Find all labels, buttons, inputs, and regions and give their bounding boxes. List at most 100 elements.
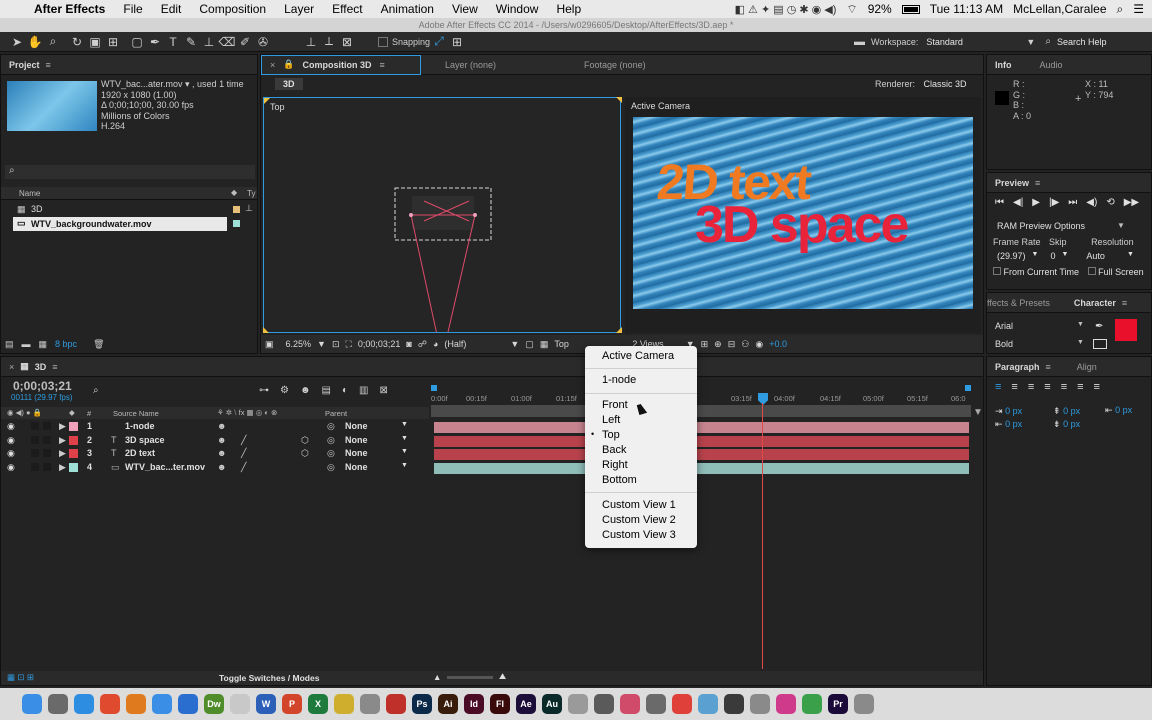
- label-icon[interactable]: ◆: [69, 408, 75, 417]
- dock-app-icon[interactable]: [360, 694, 380, 714]
- layer-duration-bar[interactable]: [434, 436, 969, 447]
- work-area-end[interactable]: [965, 385, 971, 391]
- solo-switch[interactable]: [31, 449, 39, 457]
- timeline-icon[interactable]: ⊟: [728, 339, 736, 350]
- battery-percent[interactable]: 92%: [868, 2, 892, 16]
- layer-name[interactable]: 2D text: [125, 448, 155, 458]
- layer-row[interactable]: ◉ ▶ 1 1-node ☻ ◎ None ▼: [1, 421, 429, 434]
- dock-app-icon[interactable]: [854, 694, 874, 714]
- layer-row[interactable]: ◉ ▶ 4 ▭ WTV_bac...ter.mov ☻ ╱ ◎ None ▼: [1, 462, 429, 475]
- quality-switch-icon[interactable]: ╱: [241, 435, 246, 446]
- shy-switch-icon[interactable]: ☻: [217, 421, 226, 431]
- project-tab[interactable]: Project: [9, 60, 40, 70]
- lock-switch[interactable]: [43, 436, 51, 444]
- snapping-checkbox[interactable]: [378, 36, 388, 47]
- chevron-down-icon[interactable]: ▼: [1127, 251, 1134, 261]
- toggle-pixel-aspect-icon[interactable]: ⊞: [701, 339, 709, 350]
- indent-first-value[interactable]: 0 px: [1005, 419, 1022, 429]
- pickwhip-icon[interactable]: ◎: [327, 448, 335, 459]
- layer-label-color[interactable]: [69, 436, 78, 445]
- lock-switch[interactable]: [43, 463, 51, 471]
- panel-menu-icon[interactable]: ≡: [1046, 362, 1051, 372]
- tab-layer[interactable]: Layer (none): [445, 60, 496, 70]
- dock-app-icon[interactable]: [74, 694, 94, 714]
- playhead-line[interactable]: [762, 403, 763, 669]
- panel-menu-icon[interactable]: ≡: [46, 60, 51, 70]
- loop-icon[interactable]: ⟲: [1106, 197, 1114, 208]
- panel-menu-icon[interactable]: ≡: [379, 60, 384, 70]
- rotation-tool-icon[interactable]: ↻: [68, 35, 86, 49]
- dock-app-icon[interactable]: [230, 694, 250, 714]
- play-icon[interactable]: ▶: [1032, 197, 1040, 208]
- chevron-down-icon[interactable]: ▼: [1026, 37, 1035, 47]
- camera-tool-icon[interactable]: ▣: [86, 35, 104, 49]
- dock-app-icon[interactable]: [152, 694, 172, 714]
- eye-icon[interactable]: ◉: [7, 435, 15, 446]
- align-center-icon[interactable]: ≡: [1011, 381, 1017, 393]
- motion-blur-icon[interactable]: ◐: [342, 385, 348, 396]
- parent-select[interactable]: None: [345, 421, 368, 431]
- lock-icon[interactable]: 🔒: [283, 59, 294, 70]
- layer-duration-bar[interactable]: [434, 449, 969, 460]
- align-left-icon[interactable]: ≡: [995, 381, 1001, 393]
- zoom-tool-icon[interactable]: ⌕: [44, 34, 62, 49]
- menu-item-front[interactable]: Front: [602, 398, 628, 413]
- exposure-reset-icon[interactable]: ◉: [755, 339, 763, 350]
- column-name[interactable]: Name: [19, 189, 40, 198]
- draft-3d-icon[interactable]: ⚙: [280, 385, 289, 396]
- top-view-viewer[interactable]: Top: [263, 97, 621, 333]
- menu-item-custom-view-1[interactable]: Custom View 1: [602, 498, 676, 513]
- chevron-down-icon[interactable]: ▼: [510, 339, 519, 349]
- last-frame-icon[interactable]: ⏭: [1068, 197, 1077, 208]
- project-search-input[interactable]: ⌕: [5, 165, 255, 179]
- column-number[interactable]: #: [87, 409, 91, 418]
- graph-editor-icon[interactable]: ▥: [359, 385, 368, 396]
- no-fill-swatch[interactable]: [1093, 339, 1107, 349]
- switches-icon[interactable]: ⚘ ✲ ⧵ fx ▦ ◎ ◐ ⊗: [217, 408, 277, 418]
- clock[interactable]: Tue 11:13 AM: [930, 2, 1003, 16]
- magnification-select[interactable]: 6.25%: [286, 339, 312, 349]
- eye-icon[interactable]: ◉: [7, 421, 15, 432]
- menu-item-custom-view-3[interactable]: Custom View 3: [602, 528, 676, 543]
- justify-center-icon[interactable]: ≡: [1061, 381, 1067, 393]
- project-item-wtv[interactable]: ▭ WTV_backgroundwater.mov: [13, 217, 227, 231]
- clone-stamp-tool-icon[interactable]: ⊥: [200, 35, 218, 49]
- dock-app-icon[interactable]: Fl: [490, 694, 510, 714]
- puppet-pin-tool-icon[interactable]: ✇: [254, 35, 272, 49]
- fill-color-swatch[interactable]: [1115, 319, 1137, 341]
- column-parent[interactable]: Parent: [325, 409, 347, 418]
- time-navigator[interactable]: [431, 405, 971, 417]
- chevron-down-icon[interactable]: ▼: [1061, 251, 1068, 261]
- first-frame-icon[interactable]: ⏮: [995, 197, 1004, 208]
- dock-app-icon[interactable]: P: [282, 694, 302, 714]
- trash-icon[interactable]: 🗑: [93, 339, 104, 350]
- shy-switch-icon[interactable]: ☻: [217, 462, 226, 472]
- layer-label-color[interactable]: [69, 449, 78, 458]
- menu-item-active-camera[interactable]: Active Camera: [602, 349, 674, 364]
- menu-item-bottom[interactable]: Bottom: [602, 473, 637, 488]
- roto-brush-tool-icon[interactable]: ✐: [236, 35, 254, 49]
- chevron-down-icon[interactable]: ▼: [1032, 251, 1039, 261]
- local-axis-icon[interactable]: ⊥: [302, 35, 320, 49]
- 3d-layer-switch-icon[interactable]: ⬡: [301, 448, 309, 459]
- close-icon[interactable]: ×: [270, 60, 275, 70]
- composition-mini-flowchart-icon[interactable]: ⊶: [259, 385, 269, 396]
- space-before-value[interactable]: 0 px: [1063, 406, 1080, 416]
- tab-audio[interactable]: Audio: [1040, 60, 1063, 70]
- menu-effect[interactable]: Effect: [332, 2, 362, 16]
- eye-icon[interactable]: ◉: [7, 448, 15, 459]
- zoom-out-icon[interactable]: ▲: [433, 672, 441, 682]
- brainstorm-icon[interactable]: ⊠: [379, 385, 387, 396]
- dock-app-icon[interactable]: [776, 694, 796, 714]
- project-bpc[interactable]: 8 bpc: [55, 339, 77, 349]
- mute-audio-icon[interactable]: ◀): [1086, 197, 1097, 208]
- pickwhip-icon[interactable]: ◎: [327, 421, 335, 432]
- dock-app-icon[interactable]: Id: [464, 694, 484, 714]
- tab-preview[interactable]: Preview: [995, 178, 1029, 188]
- menu-item-custom-view-2[interactable]: Custom View 2: [602, 513, 676, 528]
- dock-app-icon[interactable]: [22, 694, 42, 714]
- label-color-swatch[interactable]: [233, 206, 240, 213]
- full-screen-checkbox[interactable]: [1087, 267, 1096, 275]
- dock-app-icon[interactable]: [698, 694, 718, 714]
- work-area-start[interactable]: [431, 385, 437, 391]
